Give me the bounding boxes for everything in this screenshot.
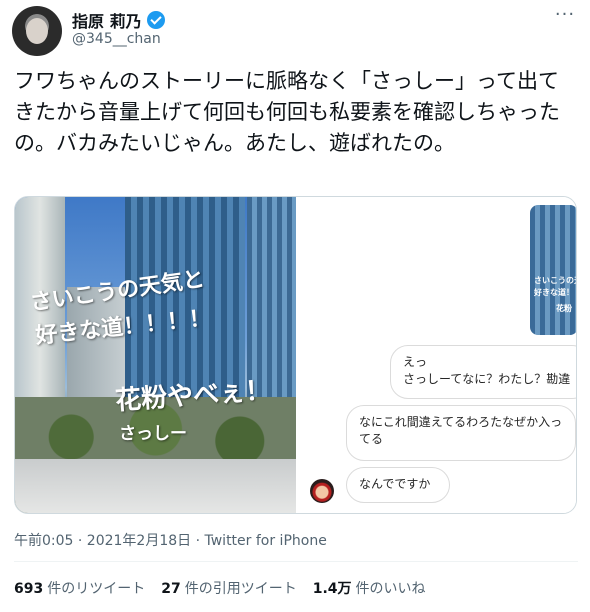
chat-bubble: えっ さっしーてなに？わたし？勘違 <box>390 345 576 399</box>
tweet-timestamp[interactable]: 午前0:05 · 2021年2月18日 · Twitter for iPhone <box>14 530 327 550</box>
tweet-media[interactable]: さいこうの天気と 好きな道！！！！ 花粉やべぇ！ さっしー さいこうの天気と 好… <box>14 196 577 514</box>
chat-bubble-line: さっしーてなに？わたし？勘違 <box>403 372 571 386</box>
dm-screenshot[interactable]: さいこうの天気と 好きな道！ 花粉 えっ さっしーてなに？わたし？勘違 なにこれ… <box>298 197 576 513</box>
quotes-label: 件の引用ツイート <box>184 581 297 597</box>
user-handle[interactable]: @345__chan <box>72 31 161 47</box>
more-icon[interactable]: ··· <box>554 6 576 28</box>
chat-bubble: なにこれ間違えてるわろたなぜか入ってる <box>346 405 576 461</box>
thumb-caption-line2: 好きな道！ <box>534 288 574 297</box>
display-name[interactable]: 指原 莉乃 <box>72 8 142 32</box>
story-photo[interactable]: さいこうの天気と 好きな道！！！！ 花粉やべぇ！ さっしー <box>15 197 296 513</box>
thumb-caption-line3: 花粉 <box>556 304 572 313</box>
avatar[interactable] <box>12 6 62 56</box>
retweets-label: 件のリツイート <box>47 581 146 597</box>
photo-caption-line4: さっしー <box>119 424 187 444</box>
retweets-count: 693 <box>14 581 44 597</box>
likes-stat[interactable]: 1.4万 件のいいね <box>313 578 426 598</box>
retweets-stat[interactable]: 693 件のリツイート <box>14 578 145 598</box>
chat-bubble-line: えっ <box>403 355 428 369</box>
thumb-caption-line1: さいこうの天気と <box>534 276 576 285</box>
quotes-stat[interactable]: 27 件の引用ツイート <box>161 578 296 598</box>
likes-count: 1.4万 <box>312 581 352 597</box>
sender-avatar-icon <box>310 479 334 503</box>
divider <box>14 561 578 562</box>
tweet-header: 指原 莉乃 @345__chan ··· <box>12 6 578 58</box>
chat-bubble: なんでですか <box>346 467 450 503</box>
quotes-count: 27 <box>161 581 181 597</box>
engagement-stats: 693 件のリツイート 27 件の引用ツイート 1.4万 件のいいね <box>14 578 426 598</box>
story-thumbnail: さいこうの天気と 好きな道！ 花粉 <box>530 205 576 335</box>
likes-label: 件のいいね <box>355 581 426 597</box>
verified-badge-icon <box>146 11 165 29</box>
name-row: 指原 莉乃 <box>72 8 165 32</box>
tweet-text: フワちゃんのストーリーに脈略なく「さっしー」って出てきたから音量上げて何回も何回… <box>14 69 560 155</box>
roof-image <box>15 459 296 513</box>
